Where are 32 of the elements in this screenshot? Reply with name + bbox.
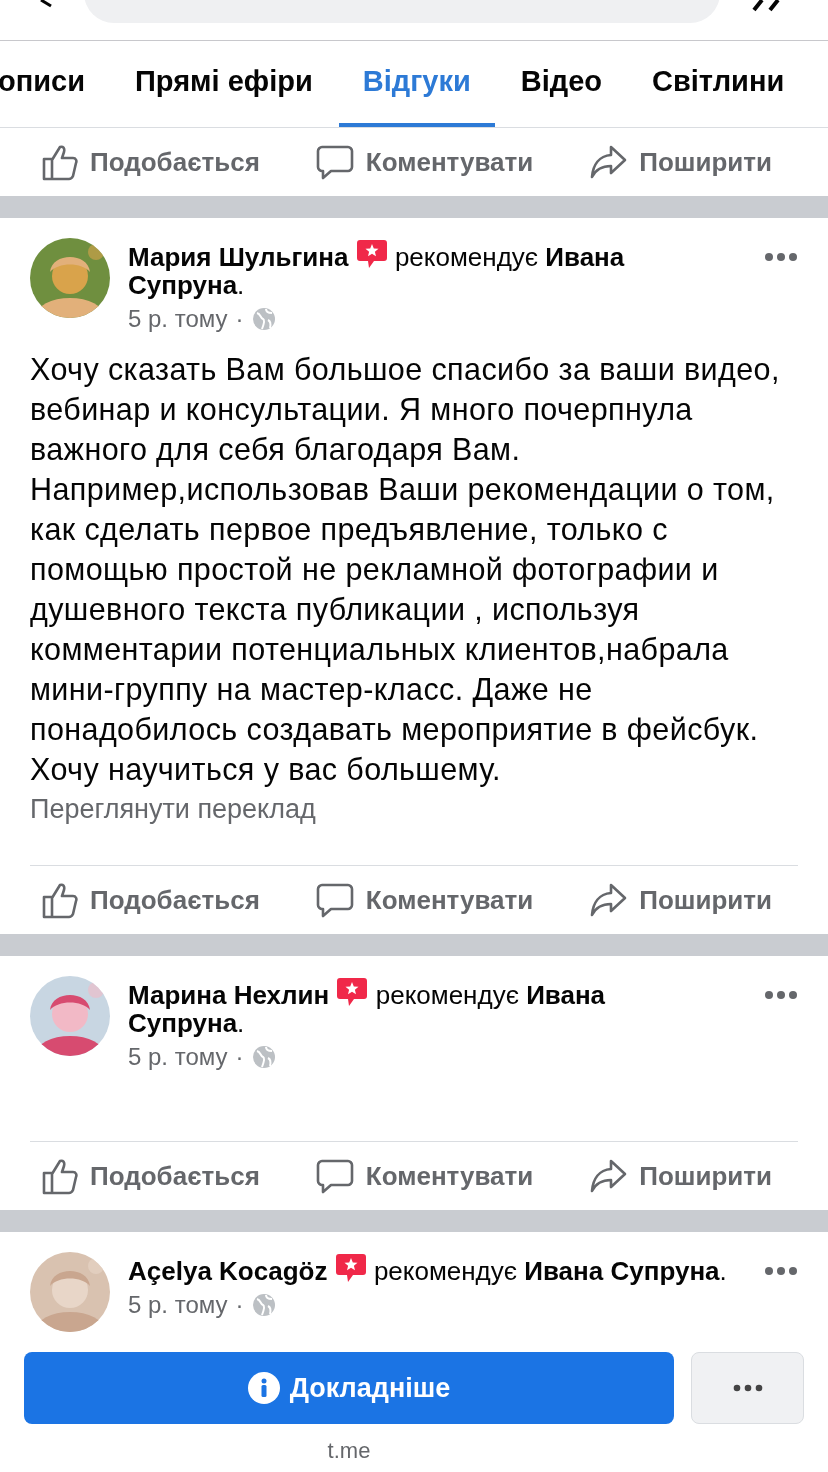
separator-dot: · [235, 1290, 244, 1320]
tab[interactable]: Відгуки [338, 41, 495, 127]
like-button[interactable]: Подобається [40, 880, 260, 920]
tab[interactable]: Прямі ефіри [111, 41, 337, 127]
translation-link[interactable]: Переглянути переклад [30, 789, 316, 829]
post-time[interactable]: 5 р. тому [128, 301, 228, 337]
author-name[interactable]: Мария Шульгина [128, 242, 349, 272]
tab[interactable]: Світлини [628, 41, 809, 127]
author-name[interactable]: Açelya Kocagöz [128, 1256, 328, 1286]
separator-dot: · [235, 304, 244, 334]
like-button[interactable]: Подобається [40, 1156, 260, 1196]
share-button[interactable]: Поширити [589, 1156, 772, 1196]
comment-button[interactable]: Коментувати [315, 1156, 534, 1196]
recommendation-text: рекомендує Ивана [394, 242, 625, 272]
share-button[interactable]: Поширити [589, 142, 772, 182]
author-name[interactable]: Марина Нехлин [128, 980, 330, 1010]
share-button[interactable]: Поширити [589, 880, 772, 920]
like-button[interactable]: Подобається [40, 142, 260, 182]
recommendation-text: рекомендує Ивана Супруна. [373, 1256, 727, 1286]
tab[interactable]: Відео [496, 41, 627, 127]
recommendation-text: Супруна. [128, 1008, 245, 1038]
tab[interactable]: описи [0, 41, 109, 127]
post-time[interactable]: 5 р. тому [128, 1039, 228, 1075]
learn-more-button[interactable]: Докладніше [24, 1352, 674, 1424]
separator-dot: · [235, 1042, 244, 1072]
comment-button[interactable]: Коментувати [315, 880, 534, 920]
link-domain: t.me [327, 1438, 371, 1463]
comment-button[interactable]: Коментувати [315, 142, 534, 182]
recommendation-text: Супруна. [128, 270, 245, 300]
post-time[interactable]: 5 р. тому [128, 1287, 228, 1323]
post-text: Хочу сказать Вам большое спасибо за ваши видео, вебинар и консультации. Я много почерпнула важного для себя благодаря Вам. Например,использовав Ваши рекомендации о том, как сделать первое предъявление, только с помощью простой не рекламной фотографии и душевного текста публикации , используя комментарии потенциальных клиентов,набрала мини-группу на мастер-класс. Даже не понадобилось создавать мероприятие в фейсбук. Хочу научиться у вас большему. [29, 351, 781, 789]
recommendation-text: рекомендує Ивана [375, 980, 606, 1010]
